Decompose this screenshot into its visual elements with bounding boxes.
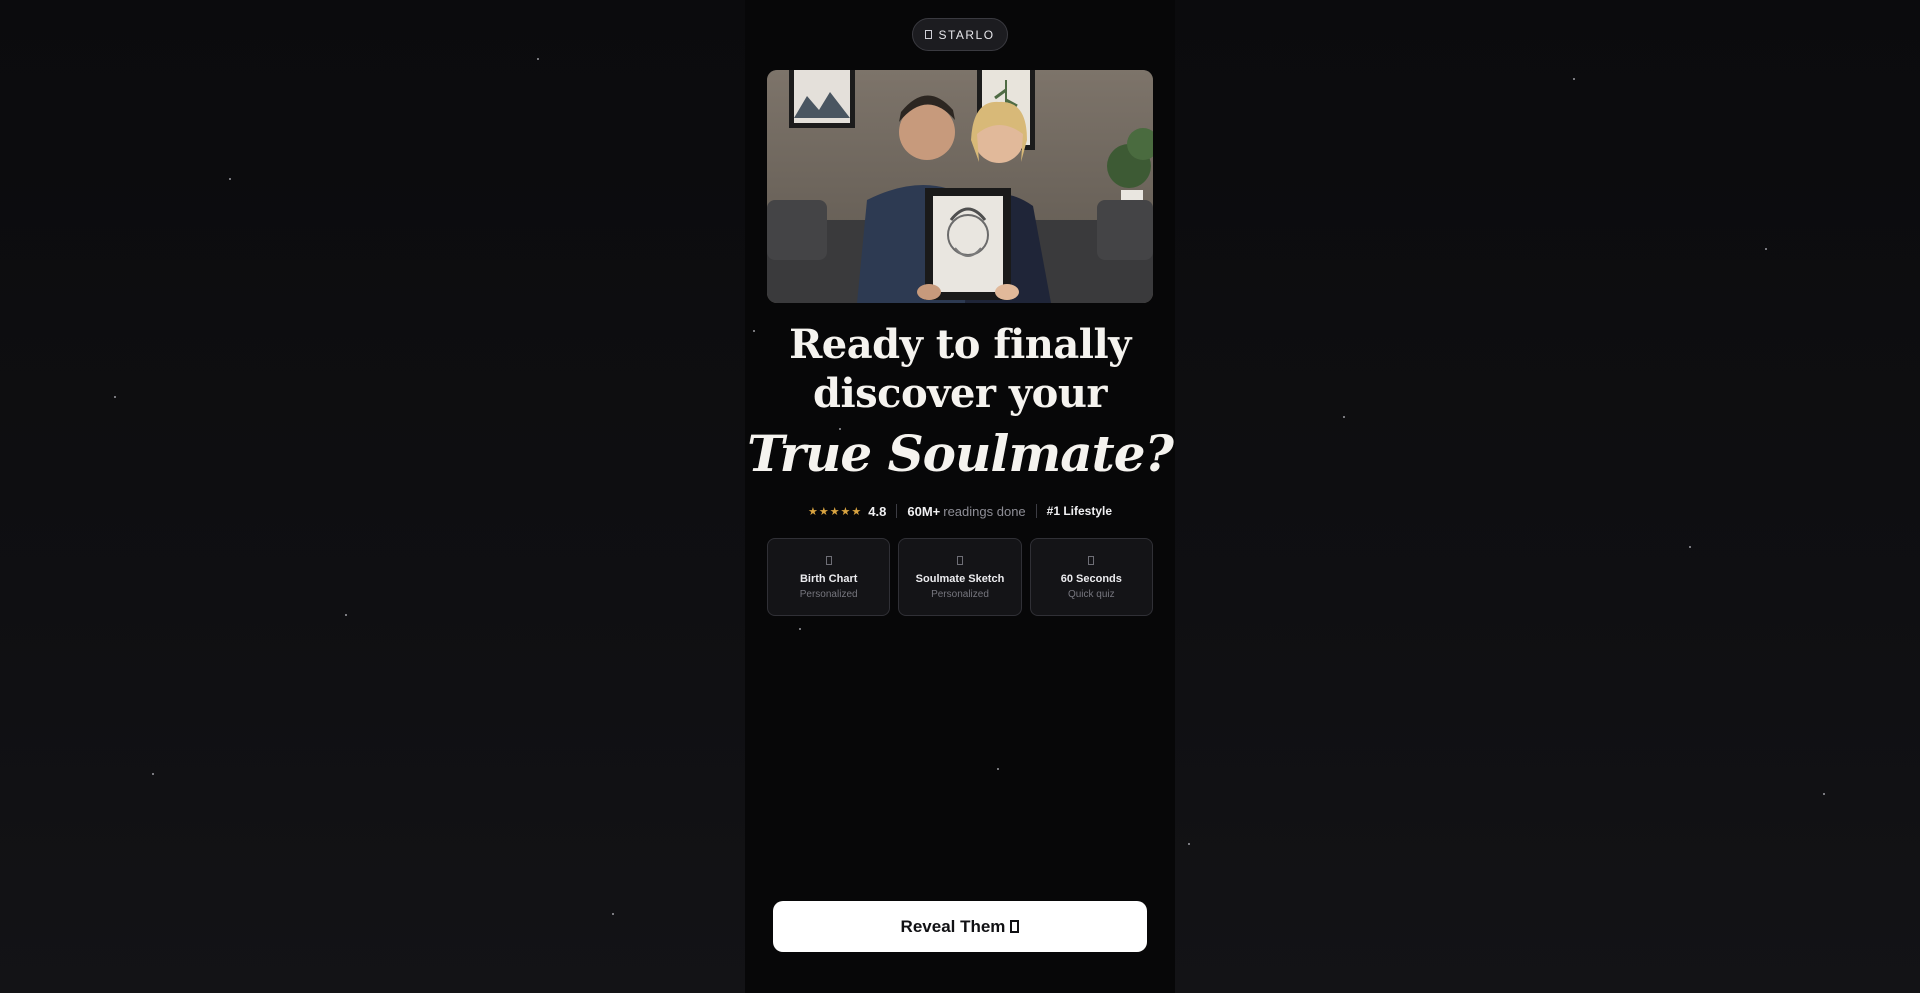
- reveal-them-button[interactable]: Reveal Them: [773, 901, 1147, 952]
- headline: Ready to finally discover your True Soul…: [745, 320, 1175, 490]
- rank-label: #1 Lifestyle: [1046, 504, 1113, 518]
- headline-accent: True Soulmate?: [747, 424, 1174, 483]
- readings-count: 60M+: [907, 503, 941, 519]
- feature-card-soulmate-sketch: Soulmate Sketch Personalized: [898, 538, 1022, 616]
- rating-stars-icon: ★★★★★: [807, 505, 863, 518]
- star: [1823, 793, 1825, 795]
- star: [1765, 248, 1767, 250]
- feature-title: Soulmate Sketch: [915, 573, 1005, 585]
- feature-subtitle: Personalized: [931, 589, 989, 600]
- feature-subtitle: Quick quiz: [1067, 589, 1115, 600]
- feature-title: Birth Chart: [799, 573, 858, 585]
- headline-line-2: discover your: [813, 370, 1108, 417]
- star: [799, 628, 801, 630]
- star: [1188, 843, 1190, 845]
- brand-name: STARLO: [938, 27, 995, 42]
- star: [229, 178, 231, 180]
- star: [1689, 546, 1691, 548]
- feature-card-birth-chart: Birth Chart Personalized: [767, 538, 891, 616]
- star: [537, 58, 539, 60]
- page-background: STARLO Ready to finally discover your Tr…: [0, 0, 1920, 993]
- feature-cards: Birth Chart Personalized Soulmate Sketch…: [767, 538, 1153, 616]
- star: [997, 768, 999, 770]
- clock-icon: [1088, 556, 1095, 565]
- star: [345, 614, 347, 616]
- brand-badge: STARLO: [912, 18, 1008, 51]
- star: [152, 773, 154, 775]
- hero-image: [767, 70, 1153, 303]
- arrow-right-icon: [1010, 920, 1020, 933]
- star: [612, 913, 614, 915]
- social-proof-bar: ★★★★★ 4.8 60M+ readings done #1 Lifestyl…: [745, 500, 1175, 522]
- star: [1343, 416, 1345, 418]
- star-icon: [925, 30, 933, 39]
- divider: [1035, 504, 1037, 518]
- feature-subtitle: Personalized: [799, 589, 858, 600]
- readings-label: readings done: [943, 503, 1026, 519]
- star: [1573, 78, 1575, 80]
- feature-card-60-seconds: 60 Seconds Quick quiz: [1029, 538, 1153, 616]
- couple-photo-illustration: [767, 70, 1153, 303]
- headline-line-1: Ready to finally: [789, 321, 1131, 368]
- feature-title: 60 Seconds: [1060, 573, 1122, 585]
- chart-icon: [825, 556, 832, 565]
- divider: [896, 504, 898, 518]
- reveal-them-label: Reveal Them: [900, 916, 1006, 936]
- rating-value: 4.8: [868, 503, 887, 519]
- pencil-icon: [956, 556, 963, 565]
- star: [114, 396, 116, 398]
